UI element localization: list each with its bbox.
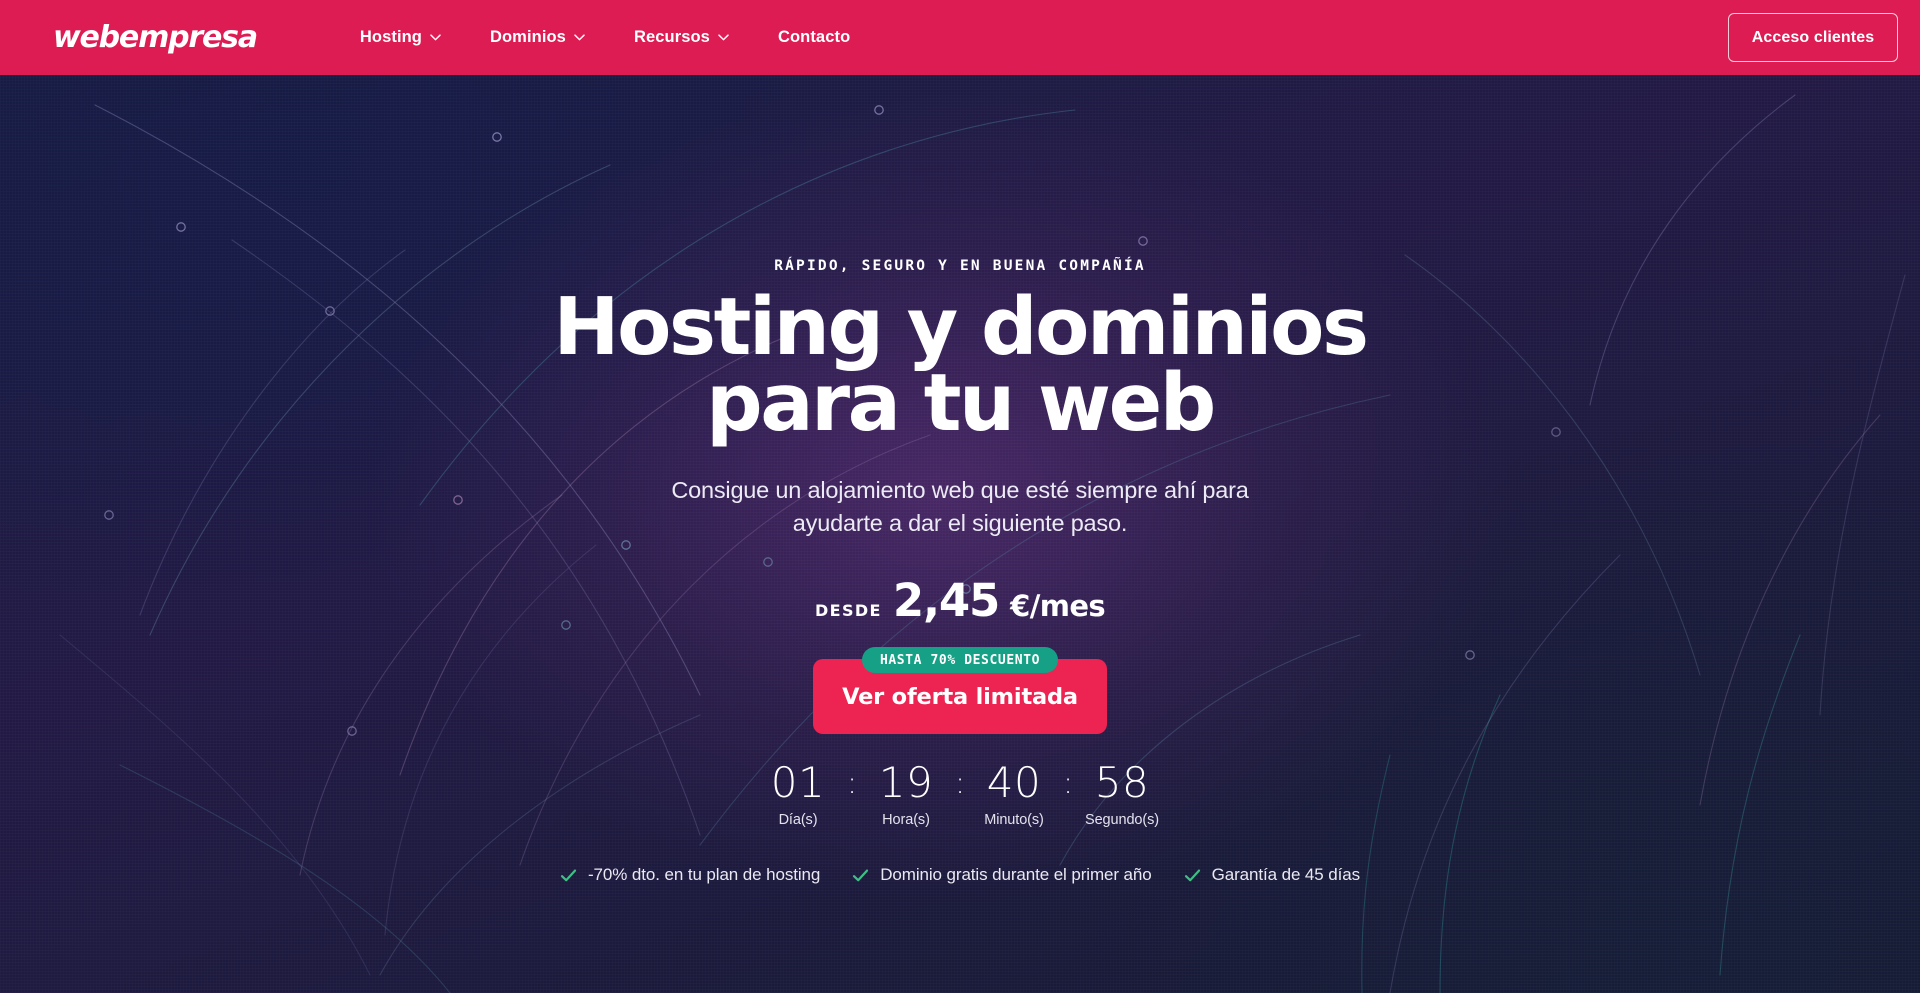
page-title: Hosting y dominios para tu web xyxy=(553,288,1369,443)
hero-content: RÁPIDO, SEGURO Y EN BUENA COMPAÑÍA Hosti… xyxy=(0,75,1920,993)
countdown-label: Día(s) xyxy=(778,812,818,829)
countdown-unit-days: 01 Día(s) xyxy=(753,758,843,829)
hero-eyebrow: RÁPIDO, SEGURO Y EN BUENA COMPAÑÍA xyxy=(774,258,1146,274)
nav-item-label: Recursos xyxy=(633,28,710,46)
webempresa-logo[interactable]: webempresa xyxy=(53,22,258,53)
feature-label: Garantía de 45 días xyxy=(1211,865,1360,885)
countdown-value: 40 xyxy=(986,758,1042,808)
subhead-line-1: Consigue un alojamiento web que esté sie… xyxy=(671,476,1249,503)
discount-badge[interactable]: HASTA 70% DESCUENTO xyxy=(861,647,1059,674)
chevron-down-icon xyxy=(430,34,441,41)
countdown-value: 01 xyxy=(770,758,826,808)
countdown-separator: : xyxy=(954,766,966,802)
nav-item-label: Hosting xyxy=(359,28,422,46)
nav-item-label: Contacto xyxy=(777,28,851,46)
check-icon xyxy=(1184,867,1201,884)
countdown-separator: : xyxy=(1062,766,1074,802)
nav-item-recursos[interactable]: Recursos xyxy=(634,28,729,47)
feature-label: -70% dto. en tu plan de hosting xyxy=(588,865,821,885)
main-navigation: Hosting Dominios Recursos Contacto xyxy=(360,28,850,47)
price-unit: €/mes xyxy=(1010,589,1106,624)
hero-section: RÁPIDO, SEGURO Y EN BUENA COMPAÑÍA Hosti… xyxy=(0,75,1920,993)
subhead-line-2: ayudarte a dar el siguiente paso. xyxy=(792,510,1128,537)
countdown-unit-hours: 19 Hora(s) xyxy=(861,758,951,829)
chevron-down-icon xyxy=(718,34,729,41)
nav-item-hosting[interactable]: Hosting xyxy=(360,28,441,47)
countdown-separator: : xyxy=(846,766,858,802)
countdown-unit-minutes: 40 Minuto(s) xyxy=(969,758,1059,829)
check-icon xyxy=(560,867,577,884)
countdown-label: Minuto(s) xyxy=(984,812,1044,829)
page-root: webempresa Hosting Dominios Recursos Con… xyxy=(0,0,1920,993)
site-header: webempresa Hosting Dominios Recursos Con… xyxy=(0,0,1920,75)
chevron-down-icon xyxy=(574,34,585,41)
countdown-value: 58 xyxy=(1094,758,1150,808)
feature-list: -70% dto. en tu plan de hosting Dominio … xyxy=(560,865,1360,885)
headline-line-2: para tu web xyxy=(706,356,1216,449)
countdown-label: Segundo(s) xyxy=(1085,812,1159,829)
feature-item: Dominio gratis durante el primer año xyxy=(852,865,1152,885)
countdown-unit-seconds: 58 Segundo(s) xyxy=(1077,758,1167,829)
price-prefix: DESDE xyxy=(814,601,882,621)
price-block: DESDE 2,45 €/mes xyxy=(814,574,1106,628)
nav-item-contacto[interactable]: Contacto xyxy=(778,28,850,47)
countdown-label: Hora(s) xyxy=(882,812,930,829)
feature-item: Garantía de 45 días xyxy=(1184,865,1360,885)
feature-item: -70% dto. en tu plan de hosting xyxy=(560,865,820,885)
countdown-timer: 01 Día(s) : 19 Hora(s) : 40 Minuto(s) : … xyxy=(753,758,1167,829)
nav-item-dominios[interactable]: Dominios xyxy=(490,28,585,47)
nav-item-label: Dominios xyxy=(489,28,566,46)
acceso-clientes-button[interactable]: Acceso clientes xyxy=(1728,13,1898,62)
check-icon xyxy=(852,867,869,884)
price-amount: 2,45 xyxy=(892,574,1000,628)
feature-label: Dominio gratis durante el primer año xyxy=(880,865,1152,885)
hero-subheading: Consigue un alojamiento web que esté sie… xyxy=(671,474,1248,541)
countdown-value: 19 xyxy=(878,758,934,808)
cta-block: HASTA 70% DESCUENTO Ver oferta limitada xyxy=(813,647,1107,735)
